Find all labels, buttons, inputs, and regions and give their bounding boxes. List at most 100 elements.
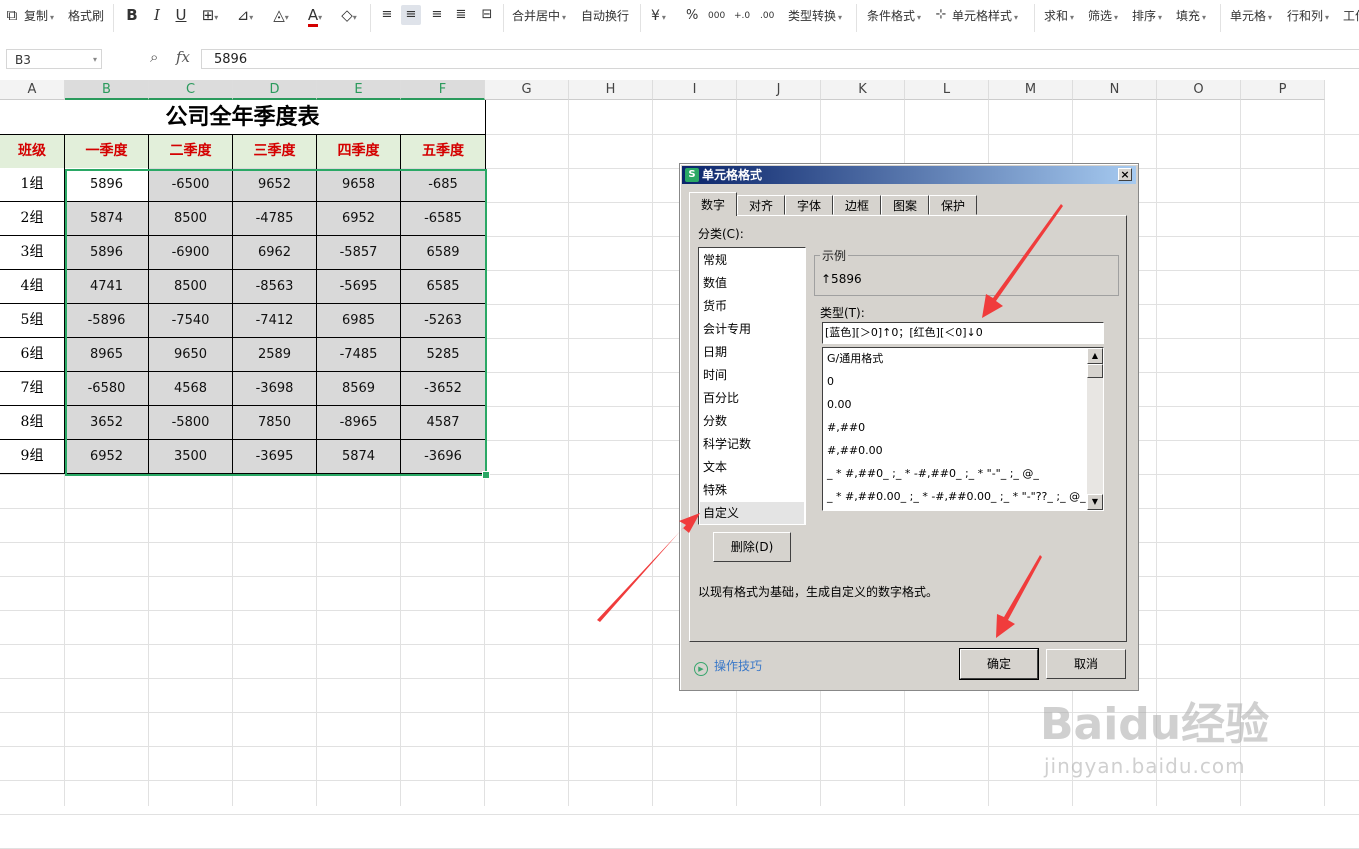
name-box[interactable]: B3 ▾ [6, 49, 102, 69]
italic-button[interactable]: I [148, 5, 166, 25]
data-cell[interactable]: 6589 [401, 236, 486, 270]
data-cell[interactable]: 6952 [65, 440, 149, 474]
data-cell[interactable]: -8563 [233, 270, 317, 304]
border-icon[interactable]: ⊞▾ [197, 5, 223, 25]
data-cell[interactable]: 8500 [149, 202, 233, 236]
category-item[interactable]: 常规 [703, 250, 727, 270]
data-cell[interactable]: 9658 [317, 168, 401, 202]
column-header-o[interactable]: O [1157, 80, 1241, 100]
data-cell[interactable]: 5285 [401, 338, 486, 372]
header-cell[interactable]: 四季度 [317, 134, 401, 169]
sort-button[interactable]: 排序 ▾ [1132, 6, 1162, 26]
column-header-k[interactable]: K [821, 80, 905, 100]
category-item[interactable]: 日期 [703, 342, 727, 362]
column-header-a[interactable]: A [0, 80, 65, 100]
data-cell[interactable]: 6985 [317, 304, 401, 338]
data-cell[interactable]: 7850 [233, 406, 317, 440]
column-header-l[interactable]: L [905, 80, 989, 100]
tab-pattern[interactable]: 图案 [881, 195, 929, 215]
row-label-cell[interactable]: 3组 [0, 236, 65, 270]
format-item[interactable]: _ * #,##0.00_ ;_ * -#,##0.00_ ;_ * "-"??… [827, 487, 1086, 507]
tab-border[interactable]: 边框 [833, 195, 881, 215]
dialog-titlebar[interactable]: S 单元格格式 × [682, 166, 1136, 184]
data-cell[interactable]: 5874 [65, 202, 149, 236]
data-cell[interactable]: -7540 [149, 304, 233, 338]
data-cell[interactable]: -3695 [233, 440, 317, 474]
scroll-up-icon[interactable]: ▲ [1087, 348, 1103, 364]
row-label-cell[interactable]: 6组 [0, 338, 65, 372]
thousands-button[interactable]: 000 [708, 6, 725, 26]
data-cell[interactable]: -3698 [233, 372, 317, 406]
cancel-button[interactable]: 取消 [1046, 649, 1126, 679]
tab-alignment[interactable]: 对齐 [737, 195, 785, 215]
data-cell[interactable]: 2589 [233, 338, 317, 372]
row-label-cell[interactable]: 7组 [0, 372, 65, 406]
wrap-text-button[interactable]: 自动换行 [581, 6, 629, 26]
data-cell[interactable]: -5896 [65, 304, 149, 338]
column-header-f[interactable]: F [401, 80, 485, 100]
row-col-button[interactable]: 行和列 ▾ [1287, 6, 1329, 26]
category-item[interactable]: 数值 [703, 273, 727, 293]
data-cell[interactable]: 3652 [65, 406, 149, 440]
tips-link[interactable]: ▶ 操作技巧 [694, 657, 762, 676]
row-label-cell[interactable]: 9组 [0, 440, 65, 474]
format-item[interactable]: 0 [827, 372, 834, 392]
copy-button[interactable]: 复制 ▾ [24, 6, 54, 26]
category-item[interactable]: 会计专用 [703, 319, 751, 339]
header-cell[interactable]: 三季度 [233, 134, 317, 169]
data-cell[interactable]: 6585 [401, 270, 486, 304]
data-cell[interactable]: 6952 [317, 202, 401, 236]
cell-button[interactable]: 单元格 ▾ [1230, 6, 1272, 26]
align-right-icon[interactable]: ≡ [428, 5, 446, 25]
data-cell[interactable]: 5874 [317, 440, 401, 474]
row-label-cell[interactable]: 8组 [0, 406, 65, 440]
currency-button[interactable]: ¥ ▾ [651, 6, 666, 26]
column-header-n[interactable]: N [1073, 80, 1157, 100]
sheet-title-cell[interactable]: 公司全年季度表 [0, 100, 486, 134]
data-cell[interactable]: 9652 [233, 168, 317, 202]
data-cell[interactable]: 6962 [233, 236, 317, 270]
data-cell[interactable]: -6585 [401, 202, 486, 236]
category-item[interactable]: 时间 [703, 365, 727, 385]
cell-format-icon[interactable]: ⊿▾ [230, 5, 260, 25]
formula-input[interactable]: 5896 [201, 49, 1359, 69]
distributed-icon[interactable]: ⊟ [478, 5, 496, 25]
column-header-h[interactable]: H [569, 80, 653, 100]
format-painter-button[interactable]: 格式刷 [68, 6, 104, 26]
increase-decimal-button[interactable]: +.0 [734, 6, 750, 26]
align-center-icon[interactable]: ≡ [401, 5, 421, 25]
format-item[interactable]: _ * #,##0_ ;_ * -#,##0_ ;_ * "-"_ ;_ @_ [827, 464, 1039, 484]
bold-button[interactable]: B [123, 5, 141, 25]
row-label-cell[interactable]: 5组 [0, 304, 65, 338]
data-cell[interactable]: -6900 [149, 236, 233, 270]
column-header-j[interactable]: J [737, 80, 821, 100]
category-item[interactable]: 特殊 [703, 480, 727, 500]
header-cell[interactable]: 班级 [0, 134, 65, 169]
ok-button[interactable]: 确定 [959, 648, 1039, 680]
data-cell[interactable]: 5896 [65, 168, 149, 202]
data-cell[interactable]: -3696 [401, 440, 486, 474]
data-cell[interactable]: -7485 [317, 338, 401, 372]
tab-protection[interactable]: 保护 [929, 195, 977, 215]
data-cell[interactable]: 8965 [65, 338, 149, 372]
data-cell[interactable]: 5896 [65, 236, 149, 270]
type-convert-button[interactable]: 类型转换 ▾ [788, 6, 842, 26]
search-icon[interactable]: ⌕ [150, 48, 158, 66]
underline-button[interactable]: U [172, 5, 190, 25]
clear-icon[interactable]: ◇▾ [334, 5, 364, 25]
data-cell[interactable]: -5800 [149, 406, 233, 440]
format-item[interactable]: G/通用格式 [827, 349, 883, 369]
row-label-cell[interactable]: 1组 [0, 168, 65, 202]
font-color-icon[interactable]: A▾ [300, 5, 330, 27]
data-cell[interactable]: -3652 [401, 372, 486, 406]
chevron-down-icon[interactable]: ▾ [93, 50, 97, 70]
decrease-decimal-button[interactable]: .00 [760, 6, 774, 26]
format-list[interactable]: G/通用格式 0 0.00 #,##0 #,##0.00 _ * #,##0_ ;_ * … [822, 347, 1104, 511]
tab-font[interactable]: 字体 [785, 195, 833, 215]
worksheet-button[interactable]: 工作 [1343, 6, 1359, 26]
filter-button[interactable]: 筛选 ▾ [1088, 6, 1118, 26]
category-list[interactable]: 常规 数值 货币 会计专用 日期 时间 百分比 分数 科学记数 文本 特殊 自定义 [698, 247, 806, 525]
data-cell[interactable]: 3500 [149, 440, 233, 474]
column-header-c[interactable]: C [149, 80, 233, 100]
category-item[interactable]: 文本 [703, 457, 727, 477]
